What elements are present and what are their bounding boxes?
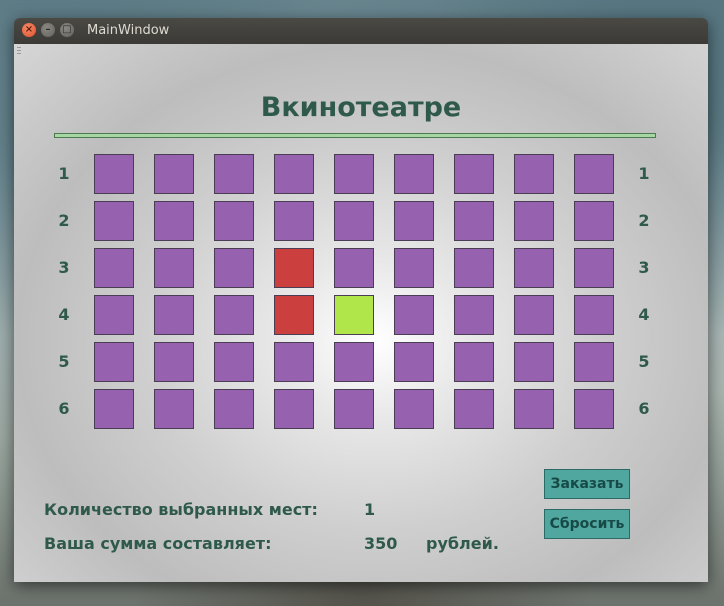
- seat-free[interactable]: [154, 295, 194, 335]
- seat-free[interactable]: [154, 201, 194, 241]
- currency-label: рублей.: [426, 534, 499, 553]
- seat-free[interactable]: [514, 201, 554, 241]
- window-content: Вкинотеатре 1 1 2 2 3 3 4 4 5 5 6 6 Количество выбр…: [14, 44, 708, 582]
- seat-free[interactable]: [154, 154, 194, 194]
- row-label-right: 5: [638, 352, 650, 371]
- row-label-left: 4: [58, 305, 70, 324]
- title-bar[interactable]: × – □ MainWindow: [14, 18, 708, 44]
- total-sum-label: Ваша сумма составляет:: [44, 534, 272, 553]
- close-window-icon[interactable]: ×: [22, 23, 36, 37]
- maximize-window-icon[interactable]: □: [60, 23, 74, 37]
- row-label-left: 2: [58, 211, 70, 230]
- row-label-left: 5: [58, 352, 70, 371]
- row-label-right: 4: [638, 305, 650, 324]
- seat-free[interactable]: [94, 295, 134, 335]
- seat-free[interactable]: [94, 201, 134, 241]
- order-button[interactable]: Заказать: [544, 469, 630, 499]
- seat-free[interactable]: [154, 248, 194, 288]
- seat-free[interactable]: [274, 201, 314, 241]
- seat-free[interactable]: [334, 201, 374, 241]
- seat-free[interactable]: [394, 201, 434, 241]
- seat-free[interactable]: [154, 389, 194, 429]
- main-window: × – □ MainWindow Вкинотеатре 1 1 2 2 3 3 4 4 5 5 6…: [14, 18, 708, 582]
- seat-free[interactable]: [454, 201, 494, 241]
- seat-free[interactable]: [454, 389, 494, 429]
- seat-free[interactable]: [274, 342, 314, 382]
- row-label-left: 6: [58, 399, 70, 418]
- seat-free[interactable]: [214, 295, 254, 335]
- seat-taken[interactable]: [274, 248, 314, 288]
- title-divider: [54, 133, 656, 138]
- seat-free[interactable]: [394, 295, 434, 335]
- seat-free[interactable]: [334, 389, 374, 429]
- selected-count-label: Количество выбранных мест:: [44, 500, 318, 519]
- reset-button[interactable]: Сбросить: [544, 509, 630, 539]
- row-label-left: 1: [58, 164, 70, 183]
- seat-free[interactable]: [334, 154, 374, 194]
- row-label-right: 2: [638, 211, 650, 230]
- seat-free[interactable]: [94, 389, 134, 429]
- seat-free[interactable]: [154, 342, 194, 382]
- seat-free[interactable]: [574, 389, 614, 429]
- seat-free[interactable]: [514, 154, 554, 194]
- seat-free[interactable]: [394, 389, 434, 429]
- row-label-right: 6: [638, 399, 650, 418]
- seat-taken[interactable]: [274, 295, 314, 335]
- seat-free[interactable]: [574, 295, 614, 335]
- seat-free[interactable]: [574, 201, 614, 241]
- seat-free[interactable]: [514, 248, 554, 288]
- seat-free[interactable]: [214, 248, 254, 288]
- seat-free[interactable]: [454, 248, 494, 288]
- seat-free[interactable]: [454, 154, 494, 194]
- seat-free[interactable]: [334, 248, 374, 288]
- seat-selected[interactable]: [334, 295, 374, 335]
- seat-free[interactable]: [274, 154, 314, 194]
- seat-free[interactable]: [574, 342, 614, 382]
- page-title: Вкинотеатре: [260, 92, 462, 123]
- seat-free[interactable]: [574, 248, 614, 288]
- seat-free[interactable]: [214, 342, 254, 382]
- seat-free[interactable]: [574, 154, 614, 194]
- seat-free[interactable]: [514, 295, 554, 335]
- window-title: MainWindow: [87, 23, 170, 38]
- minimize-window-icon[interactable]: –: [41, 23, 55, 37]
- menu-grip-icon[interactable]: [17, 47, 21, 55]
- seat-free[interactable]: [214, 201, 254, 241]
- seat-free[interactable]: [274, 389, 314, 429]
- total-sum-value: 350: [364, 534, 398, 553]
- seat-free[interactable]: [394, 248, 434, 288]
- seat-free[interactable]: [454, 342, 494, 382]
- seat-free[interactable]: [94, 342, 134, 382]
- seat-free[interactable]: [94, 248, 134, 288]
- row-label-left: 3: [58, 258, 70, 277]
- selected-count-value: 1: [364, 500, 376, 519]
- seat-free[interactable]: [454, 295, 494, 335]
- seat-free[interactable]: [94, 154, 134, 194]
- row-label-right: 3: [638, 258, 650, 277]
- seat-free[interactable]: [514, 342, 554, 382]
- seat-free[interactable]: [214, 154, 254, 194]
- seat-free[interactable]: [214, 389, 254, 429]
- seat-free[interactable]: [514, 389, 554, 429]
- seat-free[interactable]: [394, 154, 434, 194]
- row-label-right: 1: [638, 164, 650, 183]
- seat-free[interactable]: [394, 342, 434, 382]
- seat-free[interactable]: [334, 342, 374, 382]
